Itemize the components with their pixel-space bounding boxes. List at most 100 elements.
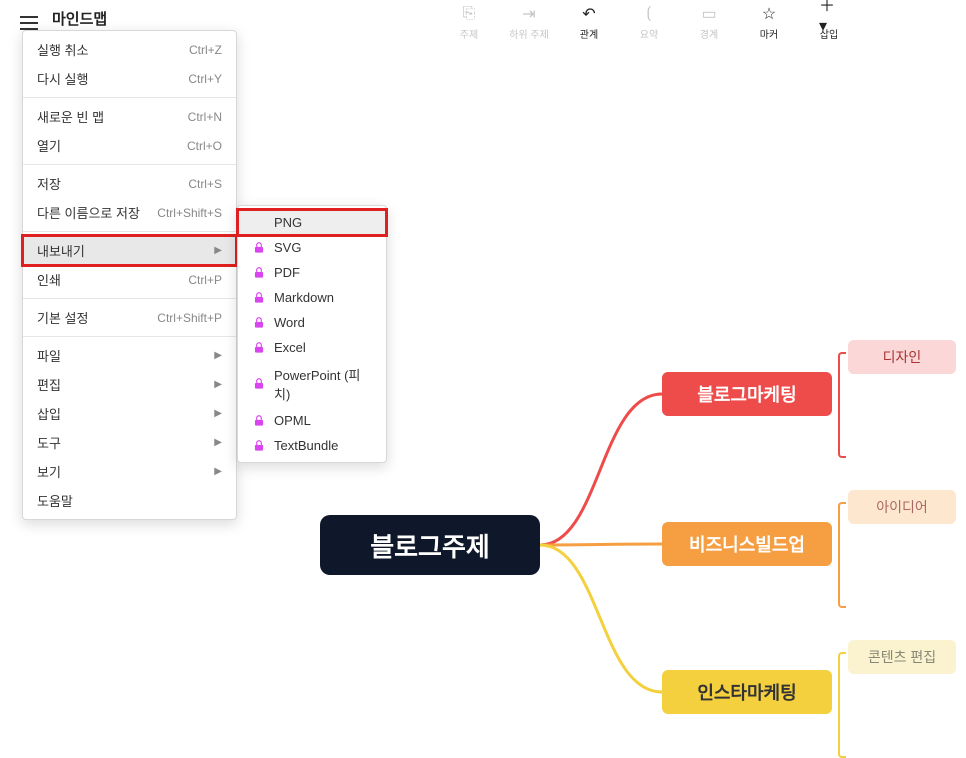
menu-item-label: 기본 설정	[37, 308, 88, 327]
menu-item-insert[interactable]: 삽입 ▶	[23, 399, 236, 428]
export-option-label: SVG	[274, 240, 301, 255]
export-option-word[interactable]: Word	[238, 310, 386, 335]
toolbar-item-label: 경계	[700, 26, 718, 41]
mindmap-root-node[interactable]: 블로그주제	[320, 515, 540, 575]
menu-item-saveas[interactable]: 다른 이름으로 저장 Ctrl+Shift+S	[23, 198, 236, 227]
export-submenu: PNG SVG PDF Markdown Word Excel PowerPoint (피치…	[237, 205, 387, 463]
toolbar-item-label: 주제	[460, 26, 478, 41]
menu-shortcut: Ctrl+P	[188, 273, 222, 287]
export-option-opml[interactable]: OPML	[238, 408, 386, 433]
menu-shortcut: Ctrl+O	[187, 139, 222, 153]
export-option-markdown[interactable]: Markdown	[238, 285, 386, 310]
bracket-red	[838, 352, 846, 458]
menu-item-label: 보기	[37, 462, 61, 481]
menu-item-print[interactable]: 인쇄 Ctrl+P	[23, 265, 236, 294]
lock-icon	[252, 241, 266, 255]
menu-item-export[interactable]: 내보내기 ▶	[23, 236, 236, 265]
export-option-png[interactable]: PNG	[238, 210, 386, 235]
lock-icon	[252, 266, 266, 280]
menu-item-undo[interactable]: 실행 취소Ctrl+Z	[23, 35, 236, 64]
menu-shortcut: Ctrl+Shift+S	[157, 206, 222, 220]
chevron-right-icon: ▶	[214, 466, 222, 477]
toolbar-boundary-button[interactable]: ▭ 경계	[690, 4, 728, 41]
menu-separator	[23, 97, 236, 98]
menu-item-new[interactable]: 새로운 빈 맵 Ctrl+N	[23, 102, 236, 131]
app-title: 마인드맵	[52, 8, 107, 29]
menu-shortcut: Ctrl+N	[188, 110, 222, 124]
menu-separator	[23, 164, 236, 165]
insert-icon: ＋ ▾	[819, 4, 839, 24]
toolbar-item-label: 관계	[580, 26, 598, 41]
leaf-node[interactable]: 아이디어	[848, 490, 956, 524]
menu-shortcut: Ctrl+Z	[189, 43, 222, 57]
mindmap-branch-yellow[interactable]: 인스타마케팅	[662, 670, 832, 714]
lock-icon	[252, 414, 266, 428]
hamburger-icon[interactable]	[20, 16, 38, 30]
leaf-node[interactable]: 콘텐츠 편집	[848, 640, 956, 674]
menu-item-label: 다른 이름으로 저장	[37, 203, 140, 222]
chevron-right-icon: ▶	[214, 350, 222, 361]
menu-item-label: 내보내기	[37, 241, 85, 260]
main-toolbar: ⎘ 주제 ⇥ 하위 주제 ↶ 관계 ⟮ 요약 ▭ 경계 ☆ 마커 ＋ ▾삽입	[450, 4, 848, 41]
export-option-label: TextBundle	[274, 438, 338, 453]
chevron-right-icon: ▶	[214, 245, 222, 256]
toolbar-insert-button[interactable]: ＋ ▾삽입	[810, 4, 848, 41]
bracket-yellow	[838, 652, 846, 758]
export-option-label: PNG	[274, 215, 302, 230]
bracket-orange	[838, 502, 846, 608]
toolbar-summary-button[interactable]: ⟮ 요약	[630, 4, 668, 41]
export-option-label: Markdown	[274, 290, 334, 305]
lock-icon	[252, 377, 266, 391]
lock-icon	[252, 316, 266, 330]
menu-item-save[interactable]: 저장Ctrl+S	[23, 169, 236, 198]
menu-item-tools[interactable]: 도구▶	[23, 428, 236, 457]
menu-shortcut: Ctrl+Y	[188, 72, 222, 86]
menu-item-label: 삽입	[37, 404, 61, 423]
export-option-textbundle[interactable]: TextBundle	[238, 433, 386, 458]
file-menu: 실행 취소Ctrl+Z다시 실행Ctrl+Y 새로운 빈 맵 Ctrl+N 열기Ctr…	[22, 30, 237, 520]
relation-icon: ↶	[579, 4, 599, 24]
lock-icon	[252, 291, 266, 305]
lock-icon	[252, 439, 266, 453]
toolbar-item-label: 요약	[640, 26, 658, 41]
export-option-svg[interactable]: SVG	[238, 235, 386, 260]
menu-separator	[23, 231, 236, 232]
topic-icon: ⎘	[459, 4, 479, 24]
menu-shortcut: Ctrl+S	[188, 177, 222, 191]
export-option-excel[interactable]: Excel	[238, 335, 386, 360]
menu-item-help[interactable]: 도움말	[23, 486, 236, 515]
subtopic-icon: ⇥	[519, 4, 539, 24]
menu-item-view[interactable]: 보기 ▶	[23, 457, 236, 486]
chevron-right-icon: ▶	[214, 379, 222, 390]
summary-icon: ⟮	[639, 4, 659, 24]
menu-shortcut: Ctrl+Shift+P	[157, 311, 222, 325]
toolbar-subtopic-button[interactable]: ⇥ 하위 주제	[510, 4, 548, 41]
marker-icon: ☆	[759, 4, 779, 24]
mindmap-branch-red[interactable]: 블로그마케팅	[662, 372, 832, 416]
export-option-pdf[interactable]: PDF	[238, 260, 386, 285]
boundary-icon: ▭	[699, 4, 719, 24]
export-option-label: PowerPoint (피치)	[274, 365, 372, 403]
toolbar-topic-button[interactable]: ⎘ 주제	[450, 4, 488, 41]
menu-item-label: 도움말	[37, 491, 73, 510]
export-option-ppt[interactable]: PowerPoint (피치)	[238, 360, 386, 408]
menu-item-label: 도구	[37, 433, 61, 452]
menu-item-label: 인쇄	[37, 270, 61, 289]
toolbar-marker-button[interactable]: ☆ 마커	[750, 4, 788, 41]
toolbar-relation-button[interactable]: ↶ 관계	[570, 4, 608, 41]
menu-item-file[interactable]: 파일▶	[23, 341, 236, 370]
export-option-label: OPML	[274, 413, 311, 428]
menu-item-prefs[interactable]: 기본 설정 Ctrl+Shift+P	[23, 303, 236, 332]
menu-item-open[interactable]: 열기Ctrl+O	[23, 131, 236, 160]
chevron-right-icon: ▶	[214, 408, 222, 419]
menu-separator	[23, 298, 236, 299]
mindmap-branch-orange[interactable]: 비즈니스빌드업	[662, 522, 832, 566]
export-option-label: PDF	[274, 265, 300, 280]
menu-item-redo[interactable]: 다시 실행Ctrl+Y	[23, 64, 236, 93]
leaf-node[interactable]: 디자인	[848, 340, 956, 374]
menu-item-label: 새로운 빈 맵	[37, 107, 104, 126]
export-option-label: Excel	[274, 340, 306, 355]
toolbar-item-label: 마커	[760, 26, 778, 41]
toolbar-item-label: 하위 주제	[509, 26, 549, 41]
menu-item-edit[interactable]: 편집▶	[23, 370, 236, 399]
